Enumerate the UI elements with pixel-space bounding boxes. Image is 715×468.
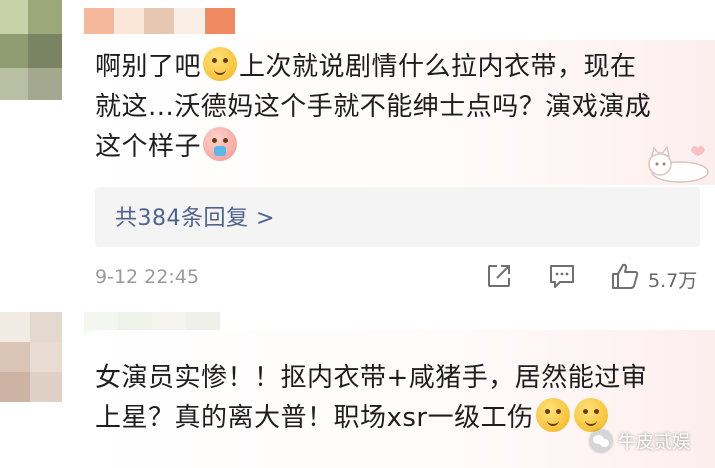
avatar[interactable]: [0, 0, 62, 100]
like-count: 5.7万: [648, 270, 698, 292]
comment-icon[interactable]: [548, 263, 576, 289]
comment-text: 女演员实惨！！抠内衣带+咸猪手，居然能过审 上星？真的离大普！职场xsr一级工伤: [95, 358, 695, 438]
like-icon[interactable]: [610, 261, 640, 291]
comment-text-line: 女演员实惨！！抠内衣带+咸猪手，居然能过审: [95, 363, 648, 393]
spitting-emoji-icon: [203, 127, 238, 161]
comment-text-line: 啊别了吧: [95, 52, 202, 82]
share-icon[interactable]: [486, 263, 512, 289]
avatar[interactable]: [0, 312, 62, 402]
comment-text-line: 就这...沃德妈这个手就不能绅士点吗？演戏演成: [95, 92, 652, 122]
user-badge: [205, 8, 235, 34]
view-replies-link[interactable]: 共384条回复 >: [115, 200, 275, 232]
comment-timestamp: 9-12 22:45: [95, 266, 199, 288]
comment-text-line: 上星？真的离大普！职场xsr一级工伤: [95, 403, 534, 433]
comment-text: 啊别了吧 上次就说剧情什么拉内衣带，现在 就这...沃德妈这个手就不能绅士点吗？演…: [95, 47, 695, 167]
reply-thread-box[interactable]: 共384条回复 >: [95, 187, 700, 247]
comment-text-line: 这个样子: [95, 132, 202, 162]
watermark-text: 牛皮贰娱: [618, 432, 690, 453]
cat-decoration-icon: [648, 145, 709, 183]
smirk-emoji-icon: [203, 47, 238, 81]
confused-emoji-icon: [535, 398, 570, 432]
comment-text-line: 上次就说剧情什么拉内衣带，现在: [239, 52, 637, 82]
confused-emoji-icon: [573, 398, 608, 432]
wechat-icon: [590, 430, 612, 452]
watermark: 牛皮贰娱: [590, 428, 690, 454]
